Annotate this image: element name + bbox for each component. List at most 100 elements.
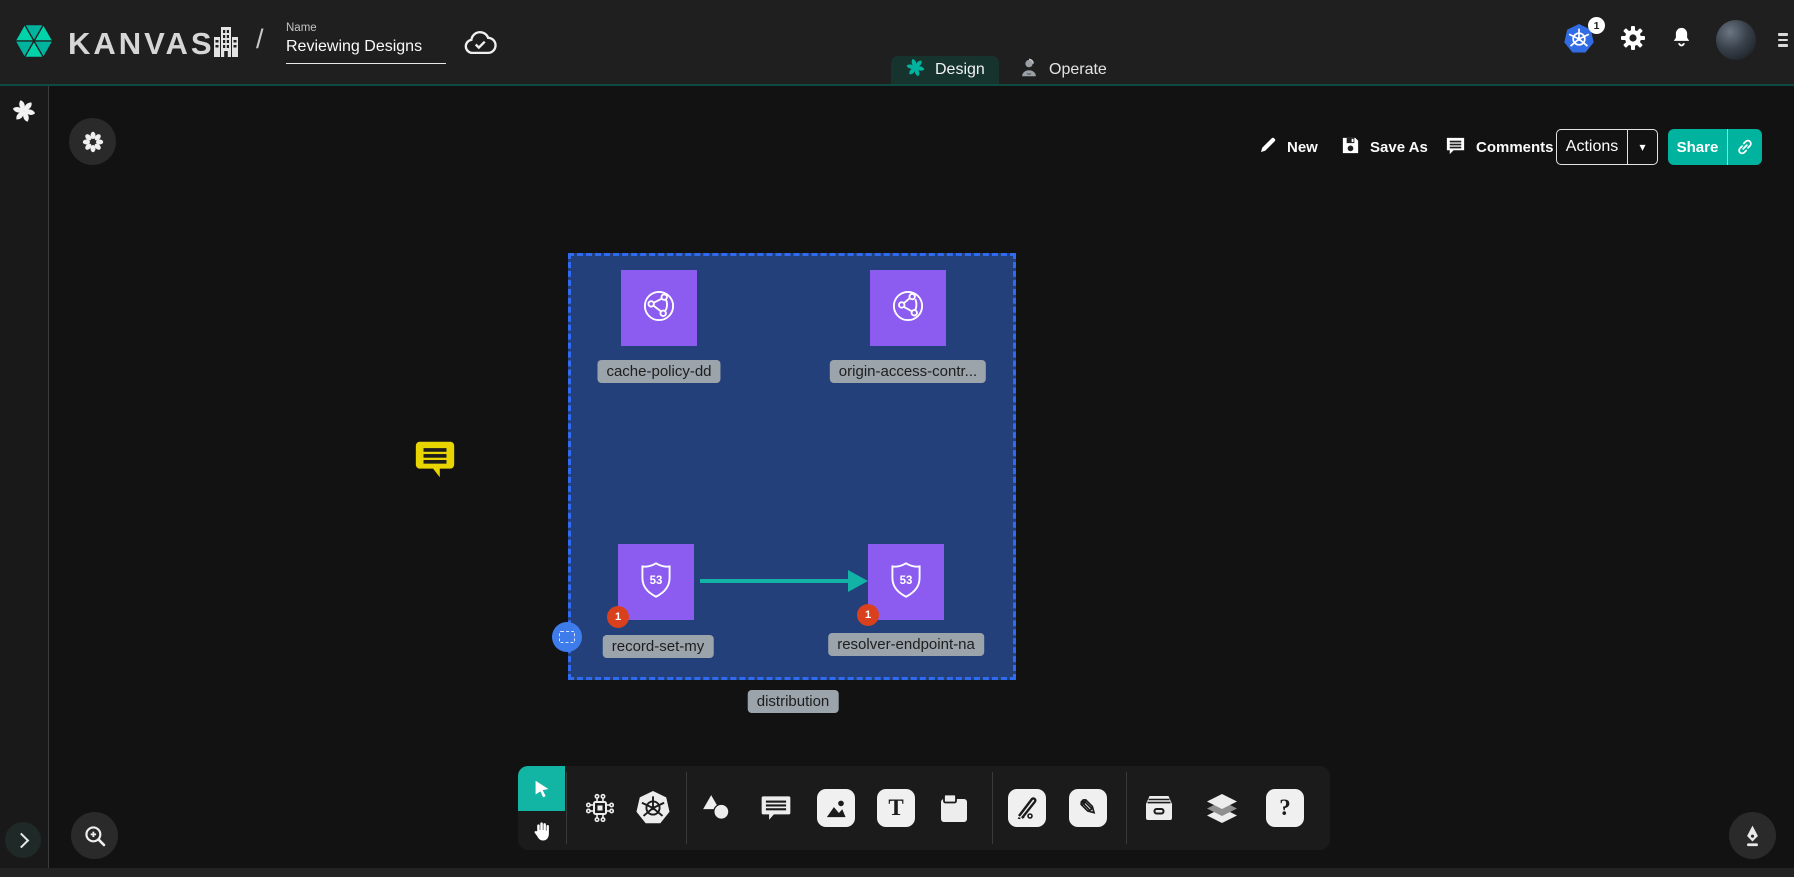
menu-icon-partial[interactable] <box>1778 33 1788 46</box>
node-record-set[interactable]: 53 <box>618 544 694 620</box>
kubernetes-context-badge: 1 <box>1588 17 1605 34</box>
tab-operate[interactable]: Operate <box>1004 56 1121 84</box>
group-label-distribution[interactable]: distribution <box>748 690 839 713</box>
components-flower-button[interactable] <box>69 118 116 165</box>
operate-tab-icon <box>1018 57 1040 84</box>
text-tool-button[interactable]: T <box>876 788 916 828</box>
comments-label: Comments <box>1476 139 1554 156</box>
node-badge-record-set[interactable]: 1 <box>607 606 629 628</box>
group-rect-icon <box>559 631 575 643</box>
node-resolver-endpoint[interactable]: 53 <box>868 544 944 620</box>
share-button[interactable]: Share <box>1668 129 1762 165</box>
notifications-bell-icon[interactable] <box>1669 25 1694 55</box>
shapes-tool-button[interactable] <box>696 788 736 828</box>
pen-mode-button[interactable] <box>1729 812 1776 859</box>
design-name-block: Name Reviewing Designs <box>286 22 446 64</box>
layers-icon <box>1204 792 1240 825</box>
dock-divider <box>992 772 993 844</box>
cloud-saved-icon <box>462 28 500 61</box>
kanvas-logo[interactable]: KANVAS <box>12 20 215 67</box>
image-icon <box>817 789 855 827</box>
zoom-in-button[interactable] <box>71 812 118 859</box>
settings-gear-icon[interactable] <box>1619 24 1647 57</box>
freehand-tool-button[interactable]: ✎ <box>1068 788 1108 828</box>
new-pencil-icon <box>1258 135 1278 159</box>
svg-text:53: 53 <box>900 575 913 587</box>
actions-label: Actions <box>1557 138 1627 156</box>
node-label-origin-access-control[interactable]: origin-access-contr... <box>830 360 986 383</box>
comment-icon <box>759 792 793 824</box>
cursor-icon <box>531 778 553 800</box>
app-header: KANVAS / <box>0 0 1794 84</box>
sticky-note-icon <box>937 791 971 825</box>
actions-dropdown-button[interactable]: Actions ▾ <box>1556 129 1658 165</box>
hand-icon <box>530 819 554 843</box>
node-label-resolver-endpoint[interactable]: resolver-endpoint-na <box>828 633 984 656</box>
actions-caret[interactable]: ▾ <box>1627 130 1657 164</box>
dock-divider <box>566 772 567 844</box>
canvas-comment-marker[interactable] <box>412 436 458 489</box>
cloudfront-globe-icon <box>636 283 682 334</box>
integrations-tool-button[interactable] <box>580 788 620 828</box>
node-label-cache-policy[interactable]: cache-policy-dd <box>597 360 720 383</box>
cloudfront-globe-icon <box>885 283 931 334</box>
user-avatar[interactable] <box>1716 20 1756 60</box>
node-origin-access-control[interactable] <box>870 270 946 346</box>
new-button[interactable]: New <box>1258 129 1318 165</box>
shapes-icon <box>699 793 733 823</box>
tab-design[interactable]: Design <box>891 56 999 84</box>
kanvas-logo-icon <box>12 20 56 67</box>
bottom-edge-strip <box>0 868 1794 877</box>
dock-divider <box>686 772 687 844</box>
new-label: New <box>1287 139 1318 156</box>
layers-tool-button[interactable] <box>1202 788 1242 828</box>
kubernetes-icon <box>635 790 671 826</box>
share-label: Share <box>1668 139 1727 156</box>
design-name-input[interactable]: Reviewing Designs <box>286 38 446 64</box>
pen-path-icon <box>1008 789 1046 827</box>
edge-record-set-to-resolver[interactable] <box>700 579 850 583</box>
organization-icon[interactable] <box>210 24 242 65</box>
save-floppy-icon <box>1340 135 1361 160</box>
left-sidebar <box>0 86 49 868</box>
kubernetes-context-icon[interactable]: 1 <box>1563 23 1597 57</box>
drawer-icon <box>1141 792 1177 824</box>
text-icon: T <box>877 789 915 827</box>
comments-button[interactable]: Comments <box>1444 129 1554 165</box>
route53-shield-icon: 53 <box>883 557 929 608</box>
save-as-label: Save As <box>1370 139 1428 156</box>
design-tab-icon <box>905 57 926 83</box>
bottom-tool-dock: T ✎ <box>518 766 1330 850</box>
save-as-button[interactable]: Save As <box>1340 129 1428 165</box>
design-tab-label: Design <box>935 61 985 79</box>
node-cache-policy[interactable] <box>621 270 697 346</box>
pan-tool-button[interactable] <box>518 811 565 850</box>
kanvas-app: KANVAS / <box>0 0 1794 877</box>
dock-divider <box>1126 772 1127 844</box>
node-badge-resolver-endpoint[interactable]: 1 <box>857 604 879 626</box>
svg-text:53: 53 <box>650 575 663 587</box>
node-label-record-set[interactable]: record-set-my <box>603 635 714 658</box>
image-tool-button[interactable] <box>816 788 856 828</box>
select-tool-button[interactable] <box>518 766 565 811</box>
help-tool-button[interactable]: ? <box>1265 788 1305 828</box>
kubernetes-tool-button[interactable] <box>633 788 673 828</box>
operate-tab-label: Operate <box>1049 61 1107 79</box>
chevron-right-icon <box>14 832 30 848</box>
pen-tool-button[interactable] <box>1007 788 1047 828</box>
chip-icon <box>582 790 618 826</box>
comments-icon <box>1444 134 1467 161</box>
expand-sidebar-button[interactable] <box>5 822 41 858</box>
share-link-icon[interactable] <box>1727 129 1762 165</box>
meshery-spiral-icon[interactable] <box>11 98 37 129</box>
note-tool-button[interactable] <box>934 788 974 828</box>
pencil-scribble-icon: ✎ <box>1069 789 1107 827</box>
drawer-tool-button[interactable] <box>1139 788 1179 828</box>
group-selection-handle[interactable] <box>552 622 582 652</box>
help-icon: ? <box>1266 789 1304 827</box>
edge-arrowhead <box>848 570 868 592</box>
comment-tool-button[interactable] <box>756 788 796 828</box>
route53-shield-icon: 53 <box>633 557 679 608</box>
header-divider <box>0 84 1794 86</box>
header-right-icons: 1 <box>1563 20 1780 60</box>
